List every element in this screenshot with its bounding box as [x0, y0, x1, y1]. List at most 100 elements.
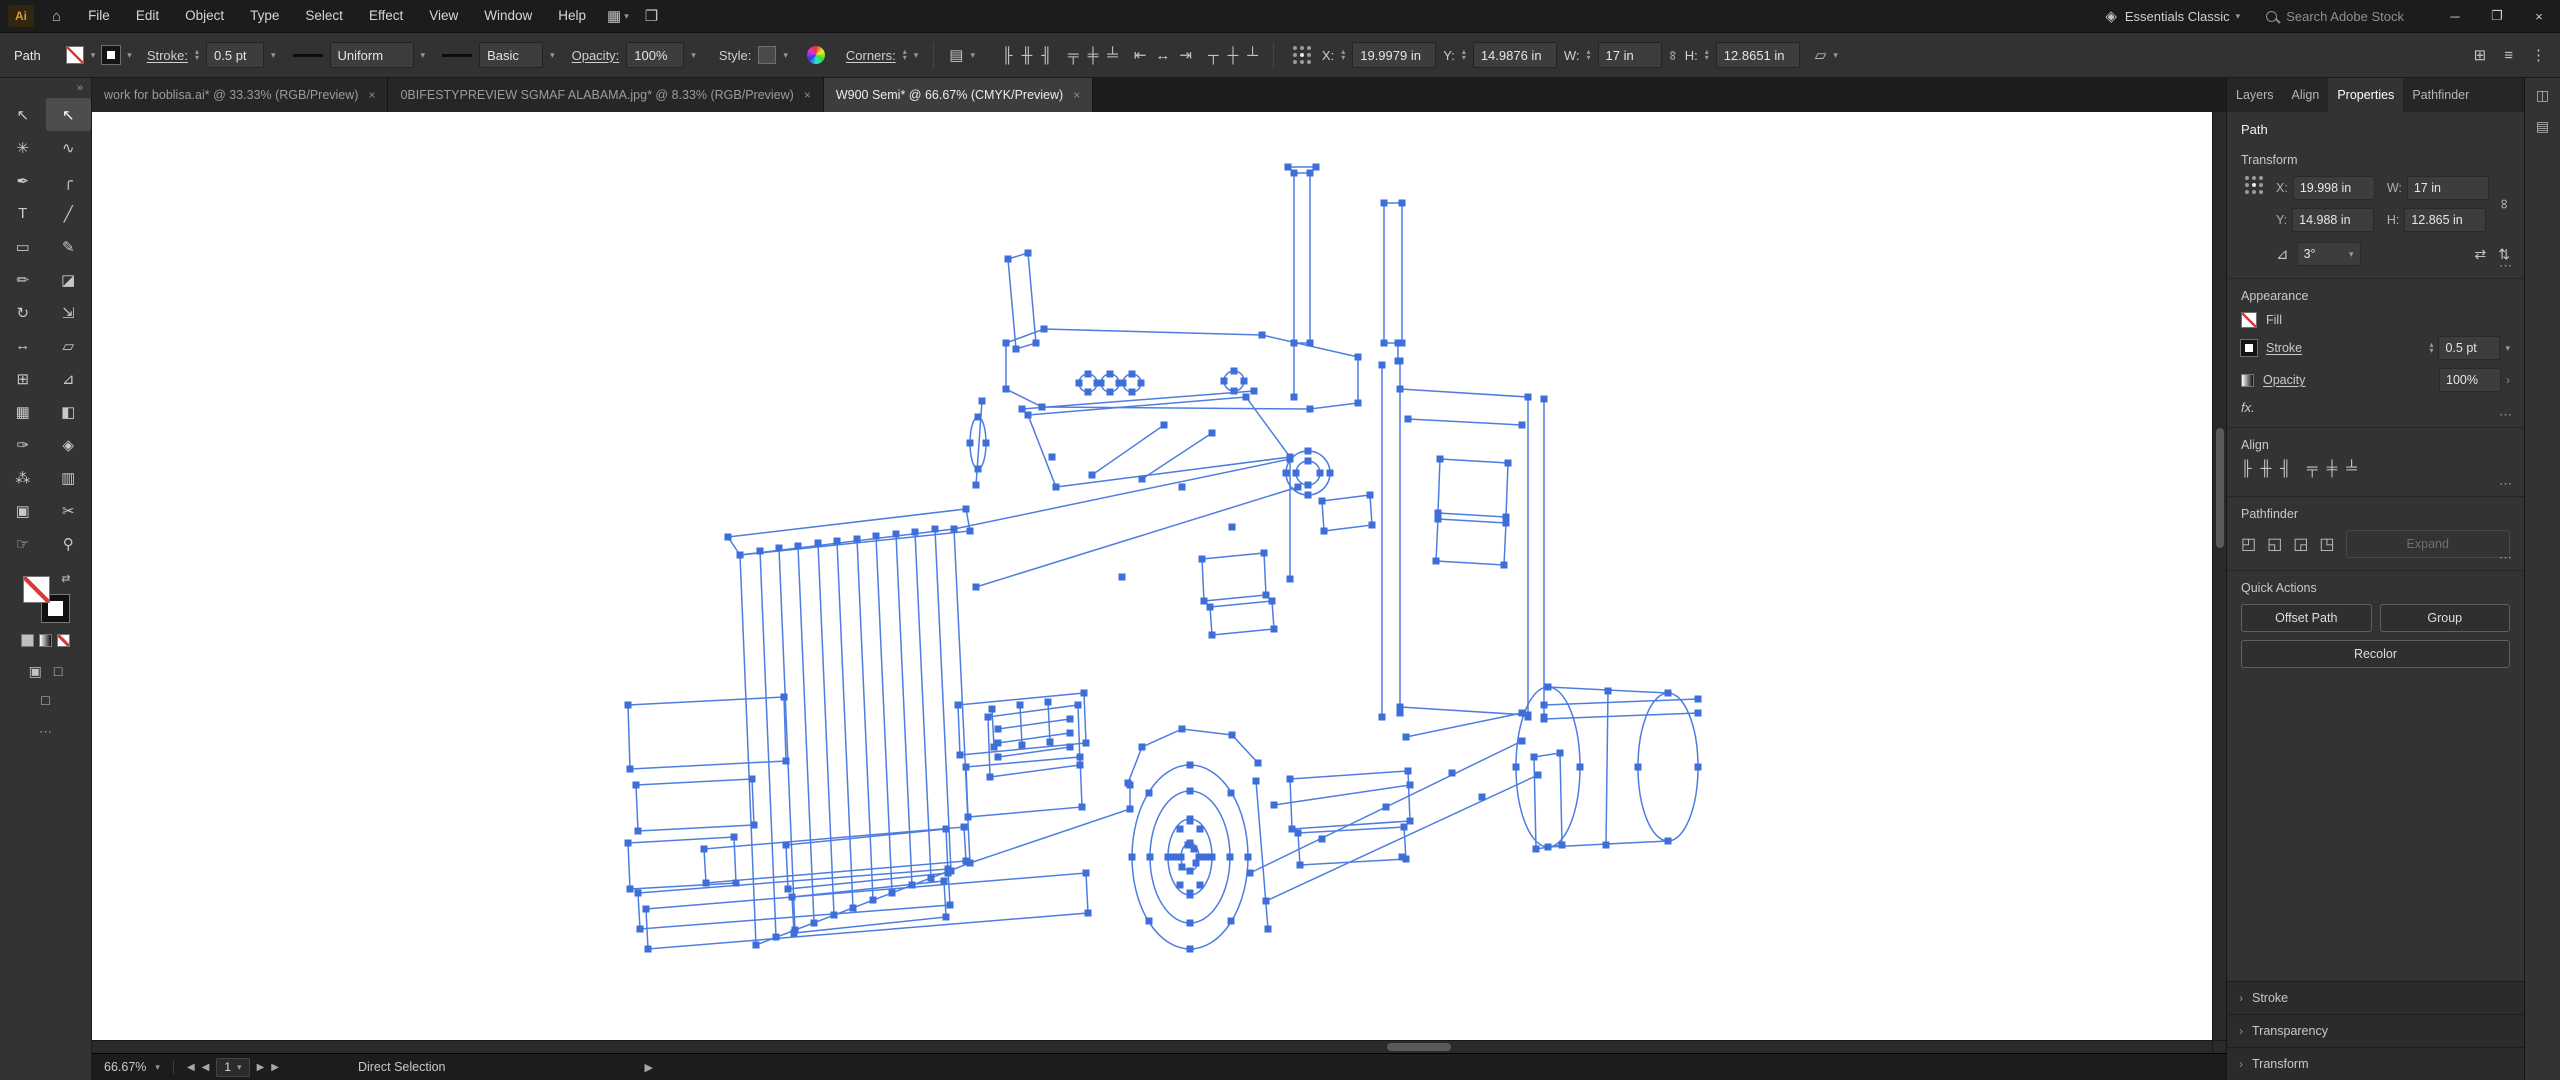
overflow-menu-icon[interactable]: ⋮ — [2531, 48, 2546, 63]
slice-tool[interactable]: ✂ — [46, 494, 92, 527]
panel-menu-icon[interactable]: ≡ — [2504, 48, 2513, 63]
fill-color-swatch[interactable] — [22, 576, 50, 603]
halign-right-icon[interactable]: ╢ — [2280, 461, 2291, 476]
corners-caret-icon[interactable]: ▾ — [914, 50, 919, 61]
valign-bottom-icon[interactable]: ╧ — [2346, 461, 2357, 476]
panel-tab-pathfinder[interactable]: Pathfinder — [2403, 78, 2478, 112]
shape-builder-tool[interactable]: ⊞ — [0, 362, 46, 395]
reference-point-widget[interactable] — [1292, 46, 1311, 64]
swap-fill-stroke-icon[interactable]: ⇄ — [61, 572, 70, 585]
similar-caret-icon[interactable]: ▾ — [970, 50, 975, 61]
gradient-tool[interactable]: ◧ — [46, 395, 92, 428]
select-similar-icon[interactable]: ▤ — [949, 48, 963, 63]
color-button[interactable] — [21, 634, 34, 647]
touch-workspace-icon[interactable]: ⊞ — [2474, 48, 2487, 63]
artboard-number-field[interactable]: 1 ▾ — [216, 1057, 250, 1077]
y-field[interactable]: 14.988 in — [2292, 208, 2375, 232]
document-layout-icon[interactable]: ❐ — [637, 7, 666, 25]
horizontal-scrollbar[interactable] — [92, 1041, 2212, 1053]
valign-top-icon[interactable]: ╤ — [2307, 461, 2318, 476]
pencil-tool[interactable]: ✏ — [0, 263, 46, 296]
corners-label[interactable]: Corners: — [846, 48, 896, 63]
magic-wand-tool[interactable]: ✳ — [0, 131, 46, 164]
collapsed-panel-transform[interactable]: › Transform — [2227, 1047, 2524, 1080]
menu-window[interactable]: Window — [471, 0, 545, 32]
stroke-weight-label[interactable]: Stroke: — [147, 48, 188, 63]
halign-right-icon[interactable]: ╢ — [1041, 48, 1052, 63]
pf-minus-front-icon[interactable]: ◱ — [2267, 534, 2282, 554]
halign-left-icon[interactable]: ╟ — [1002, 48, 1013, 63]
swatches-panel-icon[interactable]: ▤ — [2536, 118, 2549, 135]
none-button[interactable] — [57, 634, 70, 647]
brush-field[interactable]: Basic — [479, 42, 544, 68]
pen-tool[interactable]: ✒ — [0, 164, 46, 197]
w-stepper[interactable]: ▴ ▾ — [1586, 48, 1590, 62]
x-field[interactable]: 19.9979 in — [1352, 42, 1437, 68]
menu-help[interactable]: Help — [545, 0, 599, 32]
document-tab-2[interactable]: 0BIFESTYPREVIEW SGMAF ALABAMA.jpg* @ 8.3… — [388, 78, 824, 112]
tab-close-icon[interactable]: × — [804, 88, 811, 102]
h-stepper[interactable]: ▴ ▾ — [1705, 48, 1709, 62]
corners-stepper[interactable]: ▴ ▾ — [903, 48, 907, 62]
width-tool[interactable]: ↔ — [0, 329, 46, 362]
stroke-link-label[interactable]: Stroke — [2266, 341, 2302, 355]
previous-artboard-icon[interactable]: ◀ — [202, 1062, 210, 1073]
opacity-field[interactable]: 100% — [626, 42, 685, 68]
panel-tab-layers[interactable]: Layers — [2227, 78, 2283, 112]
rotate-tool[interactable]: ↻ — [0, 296, 46, 329]
halign-center-icon[interactable]: ╫ — [2261, 461, 2272, 476]
dist-center-icon[interactable]: ↔ — [1155, 48, 1170, 63]
restore-button[interactable]: ❐ — [2476, 0, 2518, 32]
lasso-tool[interactable]: ∿ — [46, 131, 92, 164]
libraries-panel-icon[interactable]: ◫ — [2536, 87, 2549, 104]
zoom-tool[interactable]: ⚲ — [46, 527, 92, 560]
fill-caret-icon[interactable]: ▾ — [91, 50, 96, 61]
collapsed-panel-transparency[interactable]: › Transparency — [2227, 1014, 2524, 1047]
perspective-grid-tool[interactable]: ⊿ — [46, 362, 92, 395]
current-tool-indicator[interactable]: Direct Selection — [358, 1060, 446, 1074]
menu-type[interactable]: Type — [237, 0, 292, 32]
next-artboard-icon[interactable]: ▶ — [257, 1062, 265, 1073]
collapsed-panel-stroke[interactable]: › Stroke — [2227, 981, 2524, 1014]
y-stepper[interactable]: ▴ ▾ — [1462, 48, 1466, 62]
artboard-tool[interactable]: ▣ — [0, 494, 46, 527]
halign-center-icon[interactable]: ╫ — [1022, 48, 1033, 63]
stroke-weight-caret-icon[interactable]: ▾ — [271, 50, 276, 61]
zoom-caret-icon[interactable]: ▾ — [155, 1062, 160, 1073]
valign-middle-icon[interactable]: ╪ — [1088, 48, 1099, 63]
offset-path-button[interactable]: Offset Path — [2241, 604, 2372, 632]
flip-horizontal-icon[interactable]: ⇄ — [2475, 246, 2487, 263]
stroke-weight-field[interactable]: 0.5 pt — [206, 42, 265, 68]
opacity-caret-icon[interactable]: ▾ — [691, 50, 696, 61]
screen-mode-icon[interactable]: □ — [41, 692, 49, 708]
dist-middle-icon[interactable]: ┼ — [1228, 48, 1239, 63]
brush-caret-icon[interactable]: ▾ — [550, 50, 555, 61]
truck-artwork[interactable] — [622, 157, 1702, 997]
stroke-caret-icon[interactable]: ▾ — [127, 50, 132, 61]
menu-object[interactable]: Object — [172, 0, 237, 32]
opacity-link-label[interactable]: Opacity — [2263, 373, 2305, 387]
menu-view[interactable]: View — [416, 0, 471, 32]
dist-left-icon[interactable]: ⇤ — [1134, 48, 1147, 63]
tab-close-icon[interactable]: × — [1073, 88, 1080, 102]
close-button[interactable]: × — [2518, 0, 2560, 32]
style-caret-icon[interactable]: ▾ — [783, 50, 788, 61]
shear-icon[interactable]: ▱ — [1815, 48, 1827, 63]
stroke-weight-caret-icon[interactable]: ▾ — [2505, 343, 2510, 354]
canvas[interactable] — [92, 112, 2212, 1040]
stroke-swatch[interactable] — [101, 45, 122, 65]
menu-file[interactable]: File — [75, 0, 123, 32]
pathfinder-more-icon[interactable]: ⋯ — [2499, 550, 2512, 566]
valign-middle-icon[interactable]: ╪ — [2327, 461, 2338, 476]
link-dimensions-icon[interactable]: ∞ — [2497, 199, 2513, 209]
tab-close-icon[interactable]: × — [368, 88, 375, 102]
stroke-weight-stepper[interactable]: ▴ ▾ — [195, 48, 199, 62]
type-tool[interactable]: T — [0, 197, 46, 230]
status-flyout-icon[interactable]: ▶ — [645, 1061, 653, 1074]
expand-button[interactable]: Expand — [2345, 530, 2510, 558]
pf-exclude-icon[interactable]: ◳ — [2319, 534, 2334, 554]
transform-more-icon[interactable]: ⋯ — [2499, 258, 2512, 274]
opacity-field[interactable]: 100% — [2439, 368, 2501, 392]
pf-intersect-icon[interactable]: ◲ — [2293, 534, 2308, 554]
arrange-documents-icon[interactable]: ▦ ▾ — [599, 7, 637, 25]
